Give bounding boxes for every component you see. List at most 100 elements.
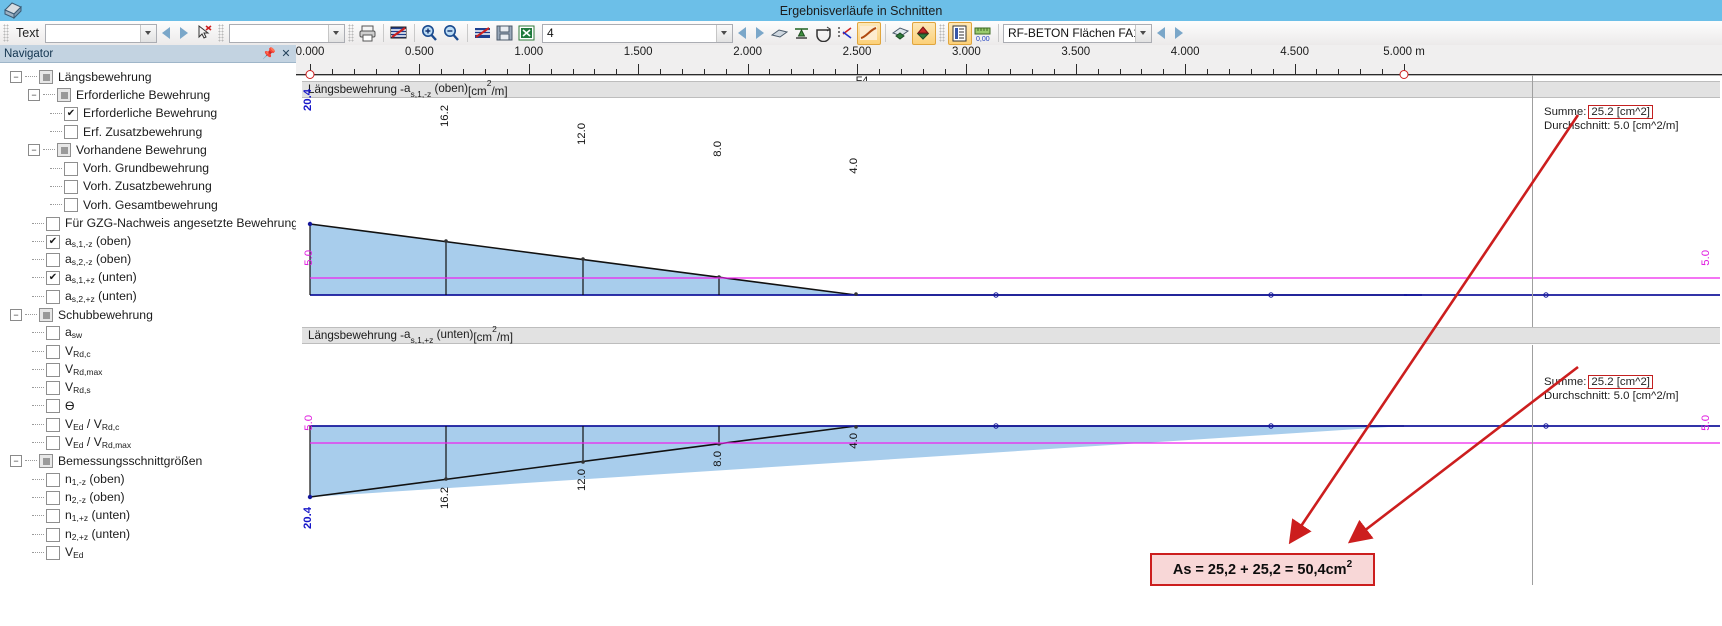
tree-expander-4[interactable]: − [28, 144, 40, 157]
tree-item-11[interactable]: ✔ as,1,+z (unten) [0, 269, 296, 287]
end-marker[interactable] [1399, 70, 1409, 79]
table-icon[interactable] [947, 21, 972, 45]
diagram-icon[interactable] [856, 21, 881, 45]
tree-item-12[interactable]: as,2,+z (unten) [0, 288, 296, 306]
tree-checkbox-17[interactable] [46, 381, 60, 396]
tree-checkbox-24[interactable] [46, 509, 60, 524]
tree-item-20[interactable]: VEd / VRd,max [0, 434, 296, 452]
diagram-bottom-plot[interactable]: 20.4 16.2 12.0 8.0 4.0 5.0 5.0 [296, 347, 1722, 577]
tree-item-26[interactable]: VEd [0, 544, 296, 562]
tree-checkbox-12[interactable] [46, 289, 60, 304]
tree-checkbox-2[interactable]: ✔ [64, 106, 78, 121]
tree-checkbox-20[interactable] [46, 436, 60, 451]
tree-group-icon-4[interactable] [57, 143, 71, 158]
tree-checkbox-14[interactable] [46, 326, 60, 341]
tree-checkbox-5[interactable] [64, 161, 78, 176]
save-icon[interactable] [494, 23, 516, 44]
tree-checkbox-9[interactable]: ✔ [46, 234, 60, 249]
tree-item-19[interactable]: VEd / VRd,c [0, 416, 296, 434]
tree-item-6[interactable]: Vorh. Zusatzbewehrung [0, 178, 296, 196]
print-icon[interactable] [357, 23, 379, 44]
prev-section-button[interactable] [733, 23, 751, 43]
toolbar-grip-3[interactable] [347, 24, 354, 42]
chevron-down-icon-3[interactable] [715, 24, 732, 42]
tree-group-icon-13[interactable] [39, 308, 53, 322]
tree-item-23[interactable]: n2,-z (oben) [0, 489, 296, 507]
tree-checkbox-25[interactable] [46, 527, 60, 542]
tree-item-13[interactable]: − Schubbewehrung [0, 306, 296, 324]
tree-checkbox-26[interactable] [46, 545, 60, 560]
tree-item-1[interactable]: − Erforderliche Bewehrung [0, 86, 296, 104]
tree-item-7[interactable]: Vorh. Gesamtbewehrung [0, 196, 296, 214]
tree-item-21[interactable]: − Bemessungsschnittgrößen [0, 452, 296, 470]
tree-checkbox-3[interactable] [64, 125, 78, 140]
values-icon[interactable] [835, 23, 857, 44]
smoothing-icon[interactable] [791, 23, 813, 44]
tree-item-18[interactable]: Ө [0, 397, 296, 415]
tree-expander-21[interactable]: − [10, 455, 22, 468]
excel-export-icon[interactable] [516, 23, 538, 44]
tree-item-3[interactable]: Erf. Zusatzbewehrung [0, 123, 296, 141]
tree-item-0[interactable]: − Längsbewehrung [0, 68, 296, 86]
tree-checkbox-19[interactable] [46, 417, 60, 432]
tree-item-10[interactable]: as,2,-z (oben) [0, 251, 296, 269]
prev-text-button[interactable] [157, 23, 175, 43]
next-section-button[interactable] [751, 23, 769, 43]
chevron-down-icon-2[interactable] [327, 24, 344, 42]
diagram-top-plot[interactable]: 20.4 16.2 12.0 8.0 4.0 5.0 5.0 [296, 89, 1722, 300]
tree-item-15[interactable]: VRd,c [0, 342, 296, 360]
text-combo[interactable] [44, 23, 157, 43]
tree-group-icon-21[interactable] [39, 454, 53, 469]
tree-expander-13[interactable]: − [10, 309, 22, 321]
tree-item-16[interactable]: VRd,max [0, 361, 296, 379]
render-icon[interactable] [769, 23, 791, 44]
scale-icon[interactable]: 0,00 [972, 23, 994, 44]
show-surface-icon[interactable] [890, 23, 912, 44]
tree-item-5[interactable]: Vorh. Grundbewehrung [0, 159, 296, 177]
origin-marker[interactable] [305, 70, 315, 79]
close-icon[interactable]: ✕ [279, 46, 293, 60]
toolbar-grip-4[interactable] [938, 24, 945, 42]
print-graphic-icon[interactable] [472, 23, 494, 44]
tree-item-4[interactable]: − Vorhandene Bewehrung [0, 141, 296, 159]
tree-checkbox-6[interactable] [64, 179, 78, 194]
tree-checkbox-10[interactable] [46, 253, 60, 268]
tree-expander-0[interactable]: − [10, 71, 22, 84]
chevron-down-icon[interactable] [139, 24, 156, 42]
navigator-tree[interactable]: − Längsbewehrung − Erforderliche Bewehrung ✔… [0, 63, 298, 562]
toolbar-grip[interactable] [3, 24, 9, 42]
toolbar-grip-2[interactable] [217, 24, 224, 42]
tree-checkbox-7[interactable] [64, 198, 78, 213]
prev-module-button[interactable] [1152, 23, 1170, 43]
zoom-out-icon[interactable] [441, 23, 463, 44]
tree-item-14[interactable]: asw [0, 324, 296, 342]
tree-item-9[interactable]: ✔ as,1,-z (oben) [0, 233, 296, 251]
show-support-icon[interactable] [911, 21, 936, 45]
print-preview-icon[interactable] [388, 23, 410, 44]
section-combo[interactable]: 4 [541, 23, 733, 43]
tree-checkbox-11[interactable]: ✔ [46, 271, 60, 286]
style-combo[interactable] [228, 23, 345, 43]
tree-group-icon-1[interactable] [57, 88, 71, 103]
tree-checkbox-23[interactable] [46, 490, 60, 505]
tree-item-8[interactable]: Für GZG-Nachweis angesetzte Bewehrung [0, 214, 298, 232]
distribution-icon[interactable] [813, 23, 835, 44]
zoom-in-icon[interactable] [419, 23, 441, 44]
pin-icon[interactable]: 📌 [262, 46, 276, 60]
tree-item-2[interactable]: ✔ Erforderliche Bewehrung [0, 105, 296, 123]
tree-checkbox-18[interactable] [46, 399, 60, 414]
chevron-down-icon-4[interactable] [1134, 24, 1151, 42]
tree-checkbox-22[interactable] [46, 472, 60, 487]
tree-checkbox-8[interactable] [46, 216, 60, 231]
tree-item-22[interactable]: n1,-z (oben) [0, 471, 296, 489]
pick-section-icon[interactable] [193, 23, 215, 44]
tree-item-25[interactable]: n2,+z (unten) [0, 525, 296, 543]
tree-item-24[interactable]: n1,+z (unten) [0, 507, 296, 525]
tree-expander-1[interactable]: − [28, 89, 40, 102]
tree-group-icon-0[interactable] [39, 70, 53, 85]
tree-item-17[interactable]: VRd,s [0, 379, 296, 397]
next-text-button[interactable] [175, 23, 193, 43]
tree-checkbox-15[interactable] [46, 344, 60, 359]
tree-checkbox-16[interactable] [46, 362, 60, 377]
module-combo[interactable]: RF-BETON Flächen FA1 - [1002, 23, 1152, 43]
